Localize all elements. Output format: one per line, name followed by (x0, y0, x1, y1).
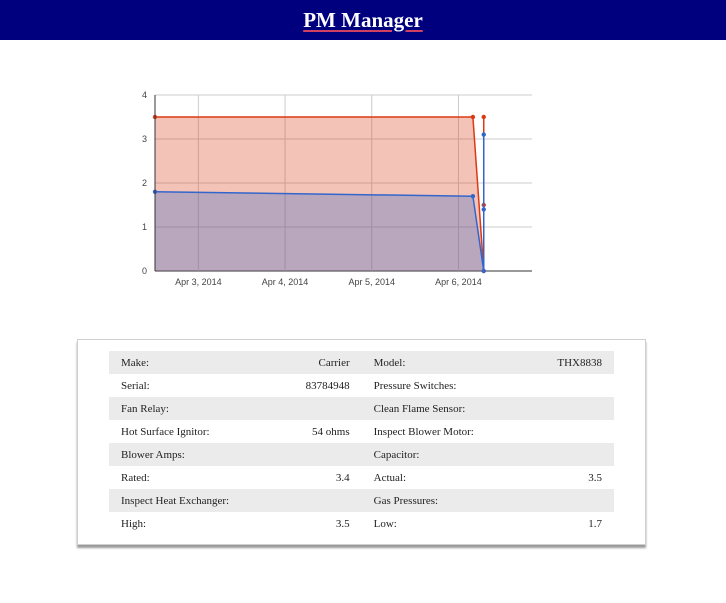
detail-label: Model: (361, 351, 507, 374)
detail-label: Make: (109, 351, 254, 374)
detail-label: Capacitor: (361, 443, 507, 466)
data-point (481, 207, 486, 212)
detail-value: 3.4 (335, 471, 350, 484)
detail-label: Pressure Switches: (373, 379, 457, 392)
y-tick-label: 2 (142, 178, 147, 188)
x-tick-label: Apr 3, 2014 (175, 277, 222, 287)
detail-label: Fan Relay: (109, 397, 254, 420)
history-chart: 0 1 2 3 4 Apr 3, 2014 Apr 4, 2014 Apr 5, 2014 Ap… (120, 82, 560, 292)
detail-value: 3.5 (588, 471, 602, 484)
details-row: Inspect Heat Exchanger: Gas Pressures: (109, 489, 614, 512)
details-row: Make: Carrier Model: THX8838 (109, 351, 614, 374)
details-row: Rated: 3.4 Actual: 3.5 (109, 466, 614, 489)
y-tick-label: 4 (142, 90, 147, 100)
app-title: PM Manager (303, 7, 423, 32)
detail-value: 3.5 (335, 517, 350, 530)
detail-label: Gas Pressures: (361, 489, 507, 512)
detail-value (506, 443, 614, 466)
details-row: Blower Amps: Capacitor: (109, 443, 614, 466)
detail-label: Hot Surface Ignitor: (121, 425, 210, 438)
detail-value: Carrier (254, 351, 362, 374)
x-tick-label: Apr 4, 2014 (262, 277, 309, 287)
detail-label: Clean Flame Sensor: (361, 397, 507, 420)
detail-value (506, 420, 614, 443)
detail-label: Inspect Blower Motor: (373, 425, 474, 438)
detail-label: Serial: (121, 379, 150, 392)
y-tick-label: 1 (142, 222, 147, 232)
detail-value: 54 ohms (312, 425, 350, 438)
details-row: Hot Surface Ignitor: 54 ohms Inspect Blowe… (109, 420, 614, 443)
app-header: PM Manager (0, 0, 726, 40)
detail-value (506, 489, 614, 512)
data-point (481, 114, 486, 120)
history-chart-svg: 0 1 2 3 4 Apr 3, 2014 Apr 4, 2014 Apr 5, 2014 Ap… (142, 90, 532, 287)
unit-details-table: Make: Carrier Model: THX8838 Serial: 83784948… (109, 351, 614, 535)
unit-details-card: Make: Carrier Model: THX8838 Serial: 83784948… (77, 339, 646, 545)
y-tick-label: 0 (142, 266, 147, 276)
detail-label: Actual: (373, 471, 407, 484)
details-row: Serial: 83784948 Pressure Switches: (109, 374, 614, 397)
detail-value: 1.7 (588, 517, 602, 530)
detail-label: Rated: (121, 471, 150, 484)
detail-value (254, 489, 362, 512)
detail-value (254, 443, 362, 466)
details-row: Fan Relay: Clean Flame Sensor: (109, 397, 614, 420)
series-area (155, 191, 484, 271)
x-tick-label: Apr 5, 2014 (348, 277, 395, 287)
detail-value (254, 397, 362, 420)
x-tick-label: Apr 6, 2014 (435, 277, 482, 287)
data-point (481, 268, 486, 274)
detail-label: Inspect Heat Exchanger: (109, 489, 254, 512)
y-tick-label: 3 (142, 134, 147, 144)
data-point (470, 194, 476, 199)
detail-label: Blower Amps: (109, 443, 254, 466)
data-point (481, 132, 486, 137)
detail-value (506, 397, 614, 420)
detail-value (506, 374, 614, 397)
detail-label: High: (121, 517, 147, 530)
detail-value: 83784948 (305, 379, 350, 392)
detail-value: THX8838 (506, 351, 614, 374)
detail-label: Low: (373, 517, 397, 530)
data-point (470, 114, 476, 120)
details-row: High: 3.5 Low: 1.7 (109, 512, 614, 535)
